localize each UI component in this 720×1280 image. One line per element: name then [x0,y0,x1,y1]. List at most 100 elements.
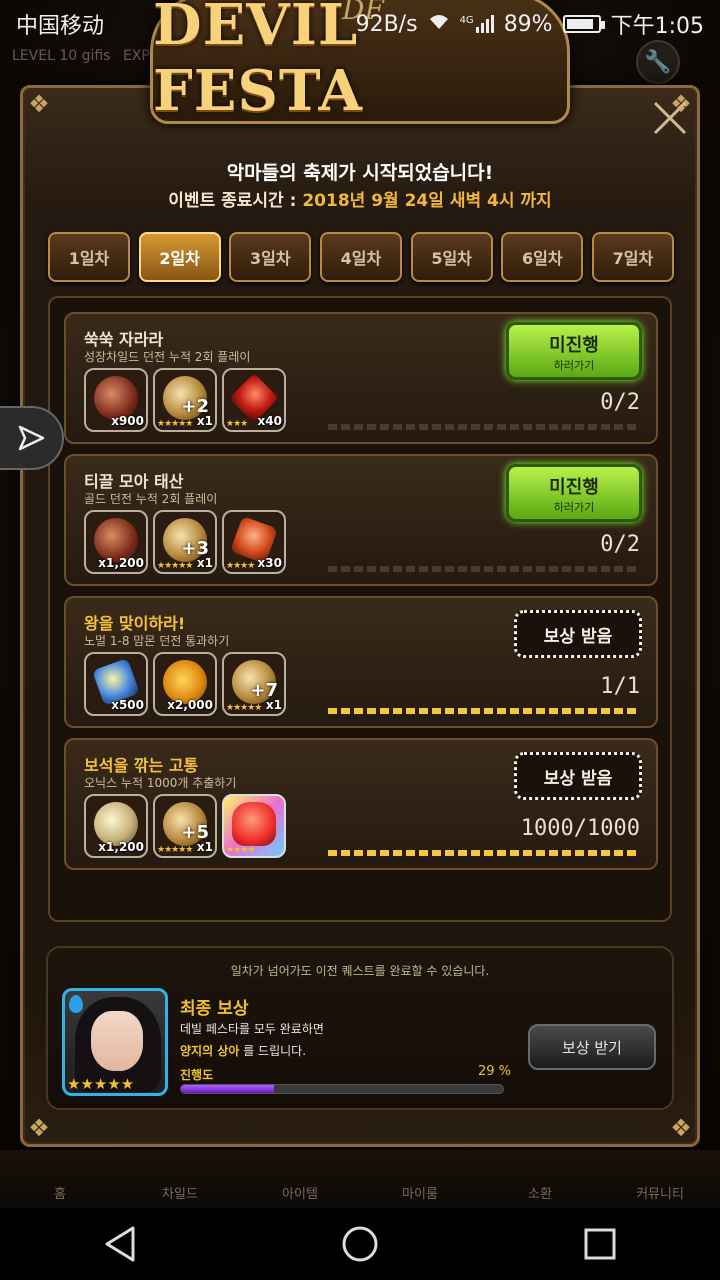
final-reward-line1: 데빌 페스타를 모두 완료하면 [180,1022,324,1036]
claimed-reward-button[interactable]: 보상 받음 [514,752,642,800]
quest-list: 쑥쑥 자라라 성장차일드 던전 누적 2회 플레이 x900 +2 ★★★★★ x1 ★★★… [48,296,672,922]
reward-quantity: x1 [196,840,213,854]
nav-child[interactable]: 차일드 [120,1183,240,1202]
reward-quantity: x1 [265,698,282,712]
tab-day-6[interactable]: 6일차 [501,232,584,282]
final-reward-line2: 양지의 상아 를 드립니다. [180,1042,306,1059]
go-quest-button[interactable]: 미진행 하러가기 [506,464,642,522]
reward-item[interactable]: ★★★★ [222,794,286,858]
close-button[interactable] [650,100,690,140]
reward-stars: ★★★★★ [157,561,193,571]
reward-stars: ★★★★★ [157,845,193,855]
back-triangle-icon [105,1226,135,1262]
quest-rewards: x900 +2 ★★★★★ x1 ★★★ x40 [84,368,286,432]
status-bar: 中国移动 92B/s 4G 89% 下午1:05 [0,0,720,48]
corner-ornament: ❖ [28,90,50,118]
quest-card: 왕을 맞이하라! 노멀 1-8 맘몬 던전 통과하기 x500 x2,000 +7 ★★★… [64,596,658,728]
quest-status-label: 미진행 [549,335,599,356]
reward-item[interactable]: ★★★★ x30 [222,510,286,574]
reward-quantity: x1,200 [98,556,144,570]
quest-description: 골드 던전 누적 2회 플레이 [84,492,218,506]
receive-reward-button[interactable]: 보상 받기 [528,1024,656,1070]
nav-summon[interactable]: 소환 [480,1183,600,1202]
quest-description: 노멀 1-8 맘몬 던전 통과하기 [84,634,230,648]
portrait-face [91,1011,143,1071]
reward-quantity: x1 [196,556,213,570]
send-icon [18,425,45,451]
reward-item[interactable]: x2,000 [153,652,217,716]
quest-progress-text: 0/2 [600,390,640,415]
tab-day-2[interactable]: 2일차 [138,232,221,282]
tab-day-3[interactable]: 3일차 [229,232,312,282]
reward-item[interactable]: x500 [84,652,148,716]
reward-item[interactable]: +5 ★★★★★ x1 [153,794,217,858]
reward-item[interactable]: +7 ★★★★★ x1 [222,652,286,716]
reward-stars: ★★★★ [226,845,255,855]
reward-item[interactable]: x1,200 [84,510,148,574]
nav-community[interactable]: 커뮤니티 [600,1183,720,1202]
tab-day-7[interactable]: 7일차 [591,232,674,282]
level-label: LEVEL 10 gifis [12,48,111,64]
final-reward-title: 최종 보상 [180,999,249,1019]
signal-type: 4G [459,15,474,26]
final-progress-fill [181,1085,275,1093]
share-button[interactable] [0,406,64,470]
recents-square-icon [584,1228,616,1260]
signal-icon: 4G [460,15,494,33]
quest-progress-fill [328,708,638,714]
reward-quantity: x2,000 [167,698,213,712]
quest-rewards: x1,200 +5 ★★★★★ x1 ★★★★ [84,794,286,858]
quest-card: 보석을 깎는 고통 오닉스 누적 1000개 추출하기 x1,200 +5 ★★★★★ x… [64,738,658,870]
day-tabs: 1일차 2일차 3일차 4일차 5일차 6일차 7일차 [48,232,674,282]
claimed-reward-button[interactable]: 보상 받음 [514,610,642,658]
tab-day-5[interactable]: 5일차 [410,232,493,282]
reward-quantity: x30 [257,556,282,570]
corner-ornament: ❖ [670,1114,692,1142]
home-button[interactable] [330,1214,390,1274]
recents-button[interactable] [570,1214,630,1274]
battery-fill [566,19,593,29]
reward-name: 양지의 상아 [180,1044,240,1058]
event-end-time: 이벤트 종료시간 : 2018년 9월 24일 새벽 4시 까지 [0,186,720,211]
quest-progress-bar [328,850,638,856]
back-button[interactable] [90,1214,150,1274]
go-label: 하러가기 [553,501,595,514]
nav-myroom[interactable]: 마이룸 [360,1183,480,1202]
close-icon [653,101,687,135]
reward-item[interactable]: +2 ★★★★★ x1 [153,368,217,432]
tab-day-4[interactable]: 4일차 [319,232,402,282]
reward-item[interactable]: x900 [84,368,148,432]
wifi-icon [428,12,450,37]
quest-description: 성장차일드 던전 누적 2회 플레이 [84,350,251,364]
reward-quantity: x40 [257,414,282,428]
android-nav-bar [0,1208,720,1280]
tab-day-1[interactable]: 1일차 [48,232,130,282]
reward-stars: ★★★★★ [226,703,262,713]
reward-item[interactable]: ★★★ x40 [222,368,286,432]
quest-title: 보석을 깎는 고통 [84,756,199,775]
reward-item[interactable]: +3 ★★★★★ x1 [153,510,217,574]
carrier-label: 中国移动 [16,14,105,39]
quest-progress-text: 1000/1000 [520,816,640,841]
reward-quantity: x900 [111,414,144,428]
reward-character-portrait[interactable]: ★★★★★ [62,988,168,1096]
nav-home[interactable]: 홈 [0,1183,120,1202]
quest-progress-text: 1/1 [600,674,640,699]
game-bottom-nav: 홈 차일드 아이템 마이룸 소환 커뮤니티 [0,1150,720,1208]
end-time-value: 2018년 9월 24일 새벽 4시 까지 [302,191,552,211]
progress-label: 진행도 [180,1068,214,1082]
slime-icon [232,802,276,846]
quest-card: 티끌 모아 태산 골드 던전 누적 2회 플레이 x1,200 +3 ★★★★★ x1 ★★… [64,454,658,586]
end-time-label: 이벤트 종료시간 : [168,191,297,211]
go-quest-button[interactable]: 미진행 하러가기 [506,322,642,380]
nav-item[interactable]: 아이템 [240,1183,360,1202]
quest-progress-text: 0/2 [600,532,640,557]
reward-item[interactable]: x1,200 [84,794,148,858]
portrait-stars: ★★★★★ [67,1075,135,1093]
quest-rewards: x500 x2,000 +7 ★★★★★ x1 [84,652,286,716]
quest-description: 오닉스 누적 1000개 추출하기 [84,776,237,790]
final-reward-note: 일차가 넘어가도 이전 퀘스트를 완료할 수 있습니다. [230,964,490,978]
clock: 下午1:05 [610,14,704,39]
home-circle-icon [342,1226,378,1262]
reward-stars: ★★★★★ [157,419,193,429]
